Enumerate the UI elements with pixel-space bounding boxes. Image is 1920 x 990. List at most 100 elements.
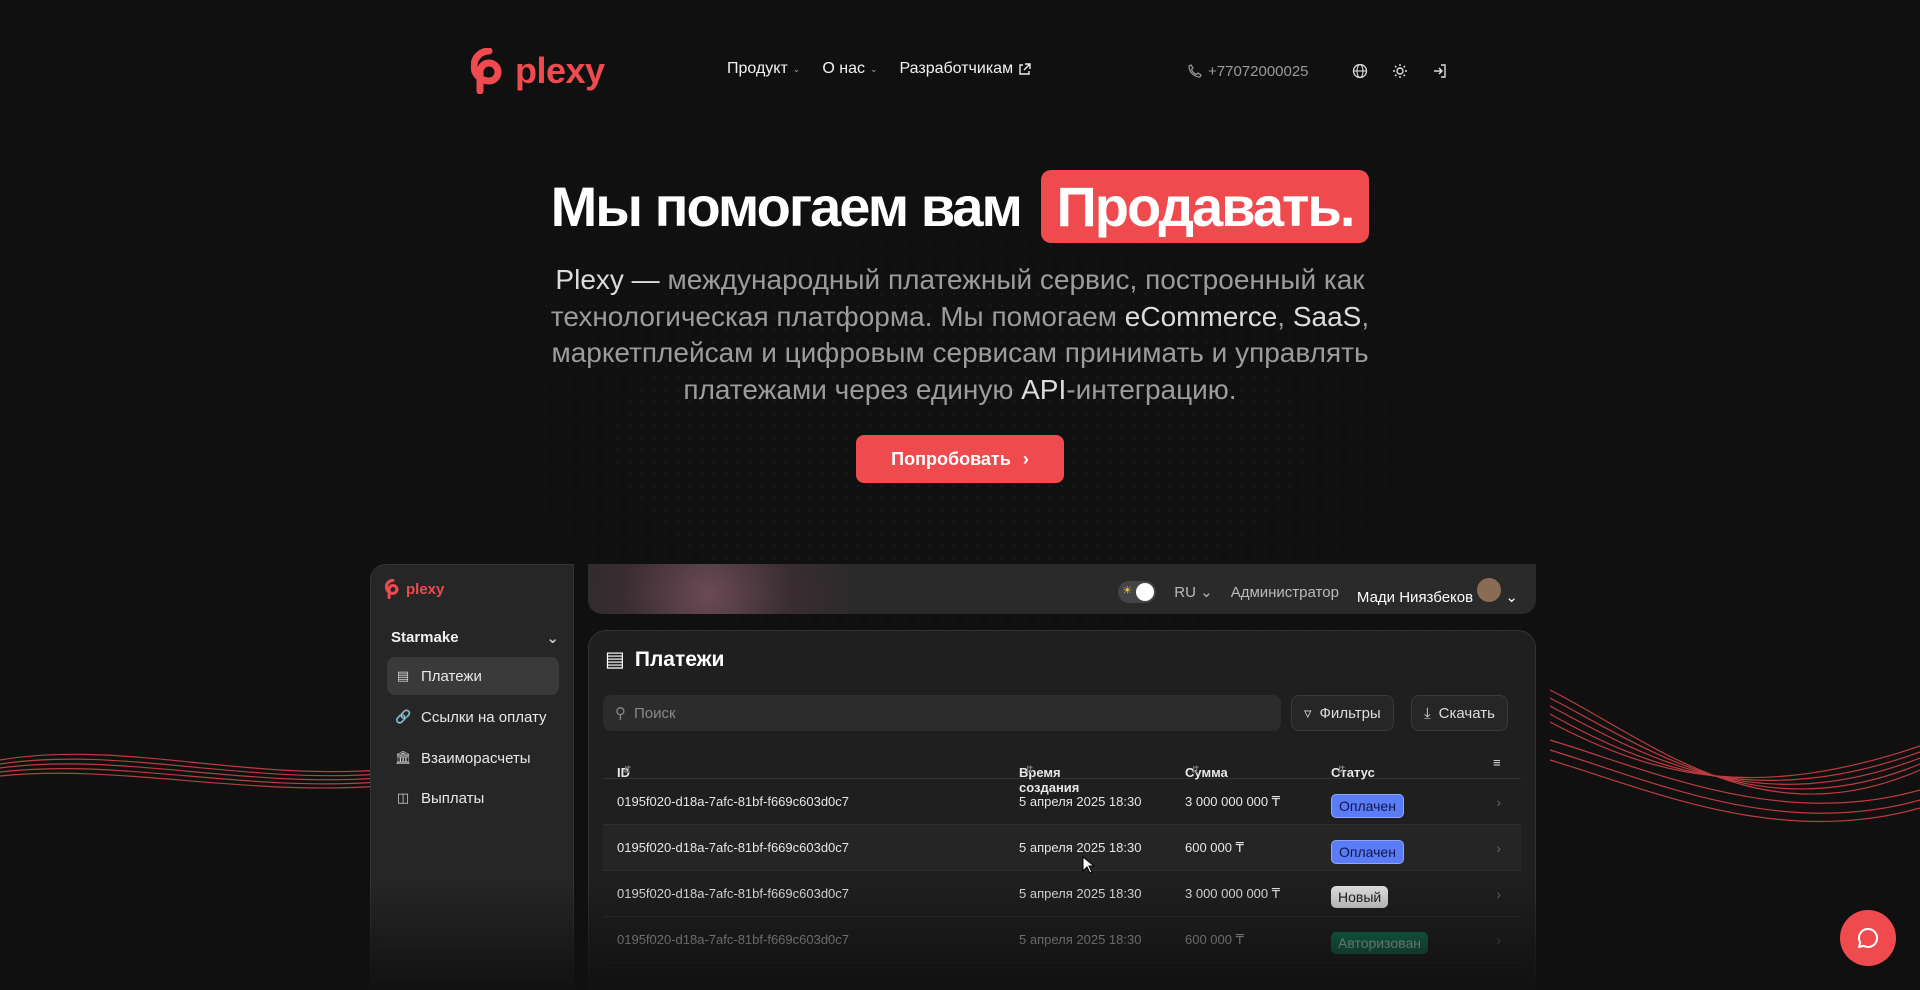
chevron-right-icon: › bbox=[1022, 448, 1029, 469]
payout-icon: ◫ bbox=[396, 790, 410, 805]
cell-id: 0195f020-d18a-7afc-81bf-f669c603d0c7 bbox=[617, 886, 850, 901]
hero-desc-ecommerce: eCommerce bbox=[1124, 300, 1278, 332]
hero-title-highlight: Продавать. bbox=[1040, 170, 1370, 243]
cell-time: 5 апреля 2025 18:30 bbox=[1019, 794, 1142, 809]
hero-desc-saas: SaaS bbox=[1292, 300, 1362, 332]
plexy-logo-icon bbox=[385, 579, 399, 599]
nav-product[interactable]: Продукт ⌄ bbox=[727, 60, 800, 78]
phone-icon bbox=[1188, 64, 1202, 78]
login-icon[interactable] bbox=[1429, 60, 1451, 82]
page-title-text: Платежи bbox=[634, 647, 725, 671]
sidebar-item-label: Выплаты bbox=[421, 789, 485, 807]
filter-icon: ▿ bbox=[1304, 705, 1312, 722]
cell-amount: 600 000 ₸ bbox=[1185, 840, 1244, 855]
sidebar-item-payment-links[interactable]: 🔗 Ссылки на оплату bbox=[387, 698, 559, 736]
bank-icon: 🏛 bbox=[395, 750, 412, 765]
try-button-label: Попробовать bbox=[891, 448, 1011, 469]
table-row[interactable]: 0195f020-d18a-7afc-81bf-f669c603d0c7 5 а… bbox=[603, 779, 1521, 825]
header-actions: +77072000025 bbox=[1188, 60, 1451, 82]
language-select[interactable]: RU ⌄ bbox=[1174, 583, 1212, 601]
header-artwork bbox=[588, 564, 888, 614]
user-menu[interactable]: Мади Ниязбеков ⌄ bbox=[1357, 578, 1518, 606]
table-row[interactable]: 0195f020-d18a-7afc-81bf-f669c603d0c7 5 а… bbox=[603, 917, 1521, 963]
hero-desc-brand: Plexy — bbox=[555, 264, 660, 295]
cell-time: 5 апреля 2025 18:30 bbox=[1019, 840, 1142, 855]
sidebar-item-label: Взаиморасчеты bbox=[421, 749, 531, 767]
search-icon: ⚲ bbox=[615, 705, 626, 722]
app-topbar: ☀ RU ⌄ Администратор Мади Ниязбеков ⌄ bbox=[588, 564, 1536, 614]
table-row[interactable]: 0195f020-d18a-7afc-81bf-f669c603d0c7 5 а… bbox=[603, 825, 1521, 871]
cell-amount: 3 000 000 000 ₸ bbox=[1185, 794, 1281, 809]
sun-icon: ☀ bbox=[1122, 585, 1133, 597]
table-header: ID ⇵ Время создания ⇵ Сумма ⇵ Статус ⇵ ≡ bbox=[603, 745, 1521, 795]
app-logo-text: plexy bbox=[406, 580, 445, 598]
phone-link[interactable]: +77072000025 bbox=[1188, 63, 1309, 80]
brand-logo[interactable]: plexy bbox=[471, 48, 605, 94]
hero-desc-api: API bbox=[1021, 373, 1067, 405]
cell-id: 0195f020-d18a-7afc-81bf-f669c603d0c7 bbox=[617, 794, 850, 809]
cell-time: 5 апреля 2025 18:30 bbox=[1019, 932, 1142, 947]
status-badge: Оплачен bbox=[1331, 794, 1404, 818]
sidebar-item-label: Платежи bbox=[421, 667, 482, 685]
logo-text: plexy bbox=[515, 50, 605, 91]
phone-number: +77072000025 bbox=[1208, 62, 1309, 80]
language-value: RU bbox=[1174, 584, 1196, 601]
download-label: Скачать bbox=[1438, 704, 1495, 722]
download-icon: ⤓ bbox=[1424, 704, 1431, 722]
chevron-right-icon: › bbox=[1496, 886, 1501, 902]
theme-toggle[interactable]: ☀ bbox=[1118, 581, 1157, 603]
search-input[interactable]: ⚲ Поиск bbox=[603, 695, 1281, 731]
sort-icon: ⇵ bbox=[1025, 765, 1034, 776]
sun-icon[interactable] bbox=[1389, 60, 1411, 82]
chevron-down-icon: ⌄ bbox=[546, 630, 559, 647]
sidebar-item-payouts[interactable]: ◫ Выплаты bbox=[387, 779, 559, 817]
nav-developers[interactable]: Разработчикам bbox=[900, 60, 1032, 78]
try-button[interactable]: Попробовать › bbox=[856, 435, 1064, 483]
org-switcher[interactable]: Starmake ⌄ bbox=[391, 629, 559, 647]
chevron-right-icon: › bbox=[1496, 840, 1501, 856]
filters-label: Фильтры bbox=[1319, 704, 1381, 722]
nav-product-label: Продукт bbox=[727, 60, 788, 77]
status-badge: Оплачен bbox=[1331, 840, 1404, 864]
status-badge: Новый bbox=[1331, 886, 1389, 908]
chevron-down-icon: ⌄ bbox=[869, 63, 878, 74]
hero-desc-end: -интеграцию. bbox=[1066, 373, 1237, 405]
globe-icon[interactable] bbox=[1349, 60, 1371, 82]
table-row[interactable]: 0195f020-d18a-7afc-81bf-f669c603d0c7 5 а… bbox=[603, 871, 1521, 917]
cell-amount: 3 000 000 000 ₸ bbox=[1185, 886, 1281, 901]
plexy-logo-icon bbox=[471, 48, 502, 94]
main-nav: Продукт ⌄ О нас ⌄ Разработчикам bbox=[727, 60, 1031, 78]
sort-icon: ⇵ bbox=[623, 765, 632, 776]
avatar bbox=[1477, 578, 1502, 602]
sidebar-item-label: Ссылки на оплату bbox=[421, 708, 547, 726]
cell-id: 0195f020-d18a-7afc-81bf-f669c603d0c7 bbox=[617, 932, 850, 947]
cell-time: 5 апреля 2025 18:30 bbox=[1019, 886, 1142, 901]
search-placeholder: Поиск bbox=[634, 704, 676, 722]
cell-id: 0195f020-d18a-7afc-81bf-f669c603d0c7 bbox=[617, 840, 850, 855]
payments-panel: ▤ Платежи ⚲ Поиск ▿ Фильтры ⤓ Скачать ID… bbox=[588, 630, 1536, 990]
chevron-right-icon: › bbox=[1496, 794, 1501, 810]
hero-title: Мы помогаем вам Продавать. bbox=[0, 170, 1920, 243]
nav-about[interactable]: О нас ⌄ bbox=[822, 60, 877, 78]
app-logo: plexy bbox=[385, 579, 444, 599]
filters-button[interactable]: ▿ Фильтры bbox=[1291, 695, 1394, 731]
external-link-icon bbox=[1019, 62, 1031, 75]
hero-desc-sep: , bbox=[1277, 300, 1293, 332]
app-sidebar: plexy Starmake ⌄ ▤ Платежи 🔗 Ссылки на о… bbox=[370, 564, 574, 990]
sidebar-item-payments[interactable]: ▤ Платежи bbox=[387, 657, 559, 695]
column-settings-icon[interactable]: ≡ bbox=[1493, 755, 1501, 770]
hero-description: Plexy — международный платежный сервис, … bbox=[510, 262, 1410, 408]
download-button[interactable]: ⤓ Скачать bbox=[1411, 695, 1508, 731]
chevron-down-icon: ⌄ bbox=[792, 63, 801, 74]
cell-amount: 600 000 ₸ bbox=[1185, 932, 1244, 947]
chevron-down-icon: ⌄ bbox=[1200, 584, 1213, 601]
user-role: Администратор bbox=[1230, 583, 1339, 601]
nav-developers-label: Разработчикам bbox=[899, 60, 1014, 77]
sidebar-item-settlements[interactable]: 🏛 Взаиморасчеты bbox=[387, 739, 559, 777]
chevron-down-icon: ⌄ bbox=[1505, 589, 1518, 606]
chat-button[interactable] bbox=[1840, 910, 1896, 966]
sort-icon: ⇵ bbox=[1337, 765, 1346, 776]
card-icon: ▤ bbox=[396, 668, 410, 683]
org-name: Starmake bbox=[391, 629, 459, 646]
site-header: plexy Продукт ⌄ О нас ⌄ Разработчикам +7… bbox=[0, 0, 1920, 144]
